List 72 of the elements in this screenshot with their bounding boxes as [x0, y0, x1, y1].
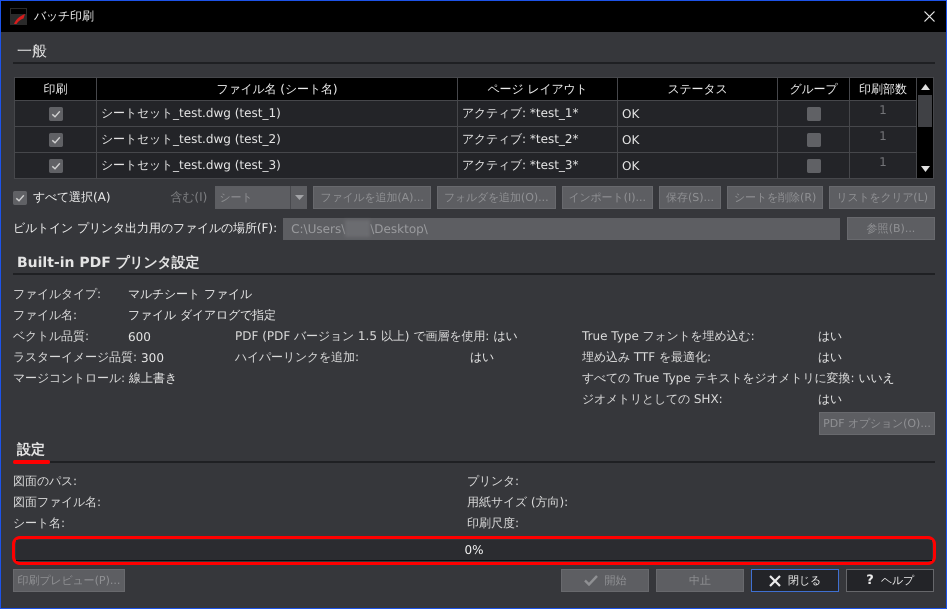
column-header: ページ レイアウト — [458, 78, 617, 100]
setting-value: はい — [470, 349, 495, 366]
scrollbar[interactable] — [917, 78, 933, 178]
column-header: ステータス — [618, 78, 777, 100]
table-cell: OK — [618, 101, 777, 126]
checkbox[interactable] — [806, 132, 820, 146]
setting-label: 埋め込み TTF を最適化: — [582, 349, 712, 366]
field-label: 含む(I) — [170, 189, 208, 206]
setting-label: True Type フォントを埋め込む: — [582, 328, 756, 345]
table-cell: 1 — [850, 101, 916, 126]
setting-value: 600 — [128, 330, 152, 344]
setting-label: ファイル名: — [13, 307, 78, 324]
close-icon[interactable] — [924, 11, 935, 22]
scroll-down-icon[interactable] — [920, 166, 930, 172]
table-cell: 1 — [850, 127, 916, 152]
table-cell: シートセット_test.dwg (test_1) — [97, 101, 457, 126]
checkbox[interactable] — [806, 106, 820, 120]
setting-label: ファイルタイプ: — [13, 286, 102, 303]
check-icon — [584, 575, 598, 586]
table-cell: シートセット_test.dwg (test_2) — [97, 127, 457, 152]
checkbox[interactable] — [13, 190, 27, 204]
window-title: バッチ印刷 — [34, 8, 94, 25]
checkbox[interactable] — [48, 106, 62, 120]
info-label: 用紙サイズ (方向): — [467, 494, 570, 511]
checkbox-label[interactable]: すべて選択(A) — [33, 189, 111, 206]
table-cell: アクティブ: *test_3* — [458, 153, 617, 178]
table-cell: アクティブ: *test_1* — [458, 101, 617, 126]
table-cell: OK — [618, 153, 777, 178]
checkbox[interactable] — [48, 158, 62, 172]
setting-value: 300 — [141, 350, 165, 364]
setting-value: はい — [818, 391, 843, 408]
section-heading: 設定 — [17, 440, 45, 458]
close-icon — [769, 574, 781, 586]
table-cell: シートセット_test.dwg (test_3) — [97, 153, 457, 178]
help-button[interactable]: ? ヘルプ — [846, 569, 934, 592]
setting-label: ハイパーリンクを追加: — [235, 349, 360, 366]
column-header: グループ — [778, 78, 849, 100]
setting-value: はい — [493, 328, 518, 345]
setting-value: 線上書き — [129, 370, 178, 387]
close-button[interactable]: 閉じる — [751, 569, 839, 592]
section-heading: 一般 — [17, 42, 47, 60]
checkbox[interactable] — [806, 158, 820, 172]
info-label: 図面ファイル名: — [13, 494, 102, 511]
setting-value: はい — [818, 328, 843, 345]
column-header: ファイル名 (シート名) — [97, 78, 457, 100]
app-icon — [10, 8, 27, 25]
setting-label: すべての True Type テキストをジオメトリに変換: — [582, 370, 855, 387]
info-label: プリンタ: — [467, 473, 520, 490]
setting-label: ジオメトリとしての SHX: — [582, 391, 724, 408]
column-header: 印刷部数 — [850, 78, 916, 100]
info-label: シート名: — [13, 515, 66, 532]
field-label: ビルトイン プリンタ出力用のファイルの場所(F): — [13, 220, 278, 237]
setting-label: ラスターイメージ品質: — [13, 349, 138, 366]
section-heading: Built-in PDF プリンタ設定 — [17, 254, 200, 272]
setting-value: ファイル ダイアログで指定 — [128, 307, 277, 324]
table-cell: OK — [618, 127, 777, 152]
setting-label: ベクトル品質: — [13, 328, 90, 345]
progress-reading: 0% — [464, 543, 484, 557]
scrollbar-thumb[interactable] — [918, 95, 932, 127]
table-cell: 1 — [850, 153, 916, 178]
info-label: 印刷尺度: — [467, 515, 520, 532]
info-label: 図面のパス: — [13, 473, 78, 490]
caret-icon — [294, 195, 304, 200]
scroll-up-icon[interactable] — [920, 84, 930, 90]
setting-label: PDF (PDF バージョン 1.5 以上) で画層を使用: — [235, 328, 490, 345]
setting-label: マージコントロール: — [13, 370, 126, 387]
setting-value: いいえ — [858, 370, 896, 387]
setting-value: マルチシート ファイル — [128, 286, 253, 303]
checkbox[interactable] — [48, 132, 62, 146]
table-cell: アクティブ: *test_2* — [458, 127, 617, 152]
column-header: 印刷 — [15, 78, 96, 100]
setting-value: はい — [818, 349, 843, 366]
